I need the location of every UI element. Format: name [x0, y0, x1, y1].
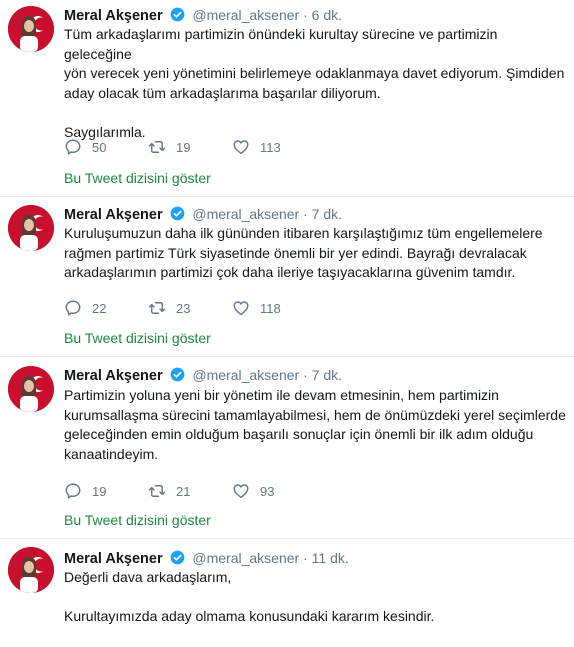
retweet-icon [148, 141, 166, 153]
tweet-header: Meral Akşener @meral_aksener · 6 dk. [64, 6, 342, 25]
retweet-button[interactable]: 23 [148, 299, 232, 317]
avatar[interactable] [8, 366, 54, 412]
timestamp[interactable]: 7 dk. [312, 367, 342, 383]
separator-dot: · [303, 7, 308, 23]
reply-count: 22 [92, 300, 107, 316]
reply-button[interactable]: 50 [64, 138, 148, 156]
tweet[interactable]: Meral Akşener @meral_aksener · 6 dk. Tüm… [0, 0, 574, 197]
avatar[interactable] [8, 205, 54, 251]
retweet-count: 19 [176, 139, 191, 155]
tweet[interactable]: Meral Akşener @meral_aksener · 11 dk. De… [0, 539, 574, 647]
avatar-image [8, 6, 54, 52]
reply-button[interactable]: 19 [64, 482, 148, 500]
show-thread-link[interactable]: Bu Tweet dizisini göster [64, 330, 211, 346]
tweet-text: Değerli dava arkadaşlarım, Kurultayımızd… [64, 569, 435, 624]
like-button[interactable]: 118 [232, 299, 316, 317]
reply-icon [65, 139, 81, 155]
heart-icon [233, 140, 249, 155]
tweet-text: Partimizin yoluna yeni bir yönetim ile d… [64, 387, 566, 462]
show-thread-link[interactable]: Bu Tweet dizisini göster [64, 512, 211, 528]
author-name[interactable]: Meral Akşener [64, 8, 163, 24]
timestamp[interactable]: 7 dk. [312, 206, 342, 222]
like-button[interactable]: 93 [232, 482, 316, 500]
tweet[interactable]: Meral Akşener @meral_aksener · 7 dk. Kur… [0, 197, 574, 357]
heart-icon [233, 301, 249, 316]
verified-badge-icon [170, 367, 184, 382]
reply-count: 19 [92, 483, 107, 499]
author-handle[interactable]: @meral_aksener [192, 550, 299, 566]
like-button[interactable]: 113 [232, 138, 316, 156]
reply-count: 50 [92, 139, 107, 155]
reply-button[interactable]: 22 [64, 299, 148, 317]
heart-icon [233, 484, 249, 499]
author-name[interactable]: Meral Akşener [64, 368, 163, 384]
timestamp[interactable]: 11 dk. [312, 550, 349, 566]
like-count: 93 [260, 483, 275, 499]
reply-icon [65, 483, 81, 499]
show-thread-link[interactable]: Bu Tweet dizisini göster [64, 170, 211, 186]
author-handle[interactable]: @meral_aksener [192, 206, 299, 222]
avatar-image [8, 547, 54, 593]
tweet-text: Kuruluşumuzun daha ilk gününden itibaren… [64, 225, 543, 280]
author-name[interactable]: Meral Akşener [64, 551, 163, 567]
tweet-actions: 19 21 93 [64, 481, 316, 501]
avatar[interactable] [8, 547, 54, 593]
tweet-text: Tüm arkadaşlarımı partimizin önündeki ku… [64, 26, 565, 140]
retweet-count: 23 [176, 300, 191, 316]
separator-dot: · [303, 206, 308, 222]
tweet-header: Meral Akşener @meral_aksener · 7 dk. [64, 366, 342, 385]
retweet-icon [148, 302, 166, 314]
retweet-icon [148, 485, 166, 497]
verified-badge-icon [170, 7, 184, 22]
separator-dot: · [303, 550, 308, 566]
like-count: 118 [260, 300, 281, 316]
tweet-actions: 50 19 113 [64, 137, 316, 157]
author-name[interactable]: Meral Akşener [64, 207, 163, 223]
author-handle[interactable]: @meral_aksener [192, 7, 299, 23]
retweet-count: 21 [176, 483, 191, 499]
timestamp[interactable]: 6 dk. [312, 7, 342, 23]
verified-badge-icon [170, 550, 184, 565]
avatar[interactable] [8, 6, 54, 52]
avatar-image [8, 205, 54, 251]
retweet-button[interactable]: 19 [148, 138, 232, 156]
retweet-button[interactable]: 21 [148, 482, 232, 500]
reply-icon [65, 300, 81, 316]
tweet[interactable]: Meral Akşener @meral_aksener · 7 dk. Par… [0, 357, 574, 539]
verified-badge-icon [170, 206, 184, 221]
tweet-actions: 22 23 118 [64, 298, 316, 318]
separator-dot: · [303, 367, 308, 383]
like-count: 113 [260, 139, 281, 155]
tweet-header: Meral Akşener @meral_aksener · 7 dk. [64, 205, 342, 224]
avatar-image [8, 366, 54, 412]
tweet-header: Meral Akşener @meral_aksener · 11 dk. [64, 549, 349, 568]
author-handle[interactable]: @meral_aksener [192, 367, 299, 383]
